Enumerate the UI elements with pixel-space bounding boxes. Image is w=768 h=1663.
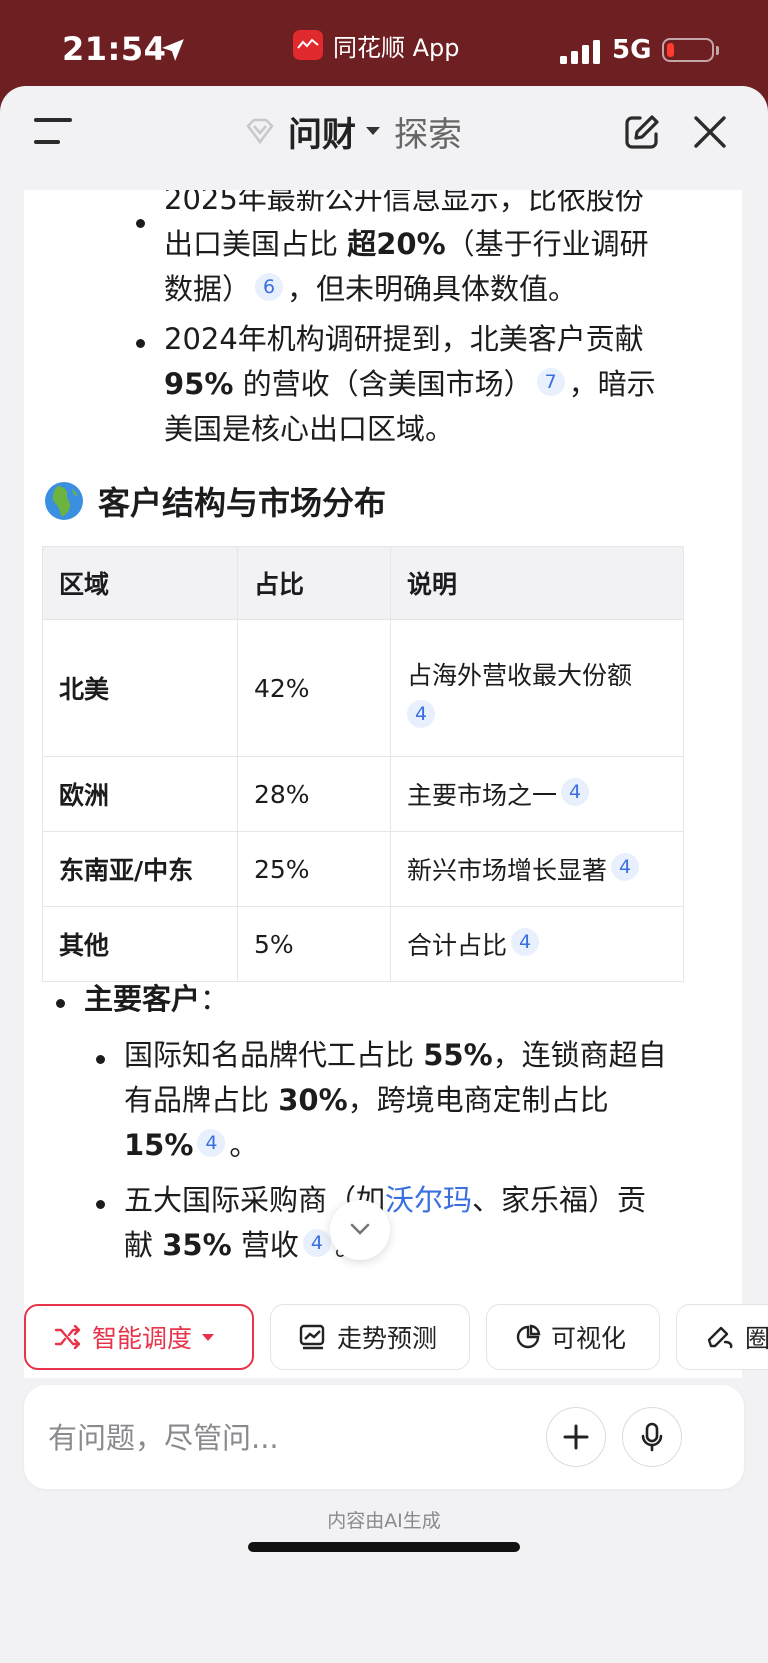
new-chat-edit-icon[interactable] (622, 112, 662, 152)
source-app-name: 同花顺 App (333, 33, 460, 62)
share-cell: 42% (237, 619, 391, 757)
column-header: 说明 (390, 546, 684, 620)
share-cell: 5% (237, 906, 391, 982)
region-cell: 欧洲 (42, 756, 238, 832)
list-item: 2024年机构调研提到，北美客户贡献 (164, 322, 644, 356)
section-title: 客户结构与市场分布 (98, 484, 387, 522)
chip-visualize[interactable]: 可视化 (486, 1304, 660, 1370)
quick-action-chips: 智能调度 走势预测 可视化 圈 (0, 1304, 768, 1374)
citation-badge[interactable]: 4 (197, 1129, 226, 1157)
list-item: 国际知名品牌代工占比 55%，连锁商超自 (124, 1038, 667, 1072)
cellular-signal-icon (560, 40, 600, 64)
chevron-down-icon (202, 1333, 215, 1341)
chip-smart-dispatch[interactable]: 智能调度 (24, 1304, 254, 1370)
share-cell: 28% (237, 756, 391, 832)
citation-badge[interactable]: 4 (561, 778, 590, 806)
close-icon[interactable] (692, 114, 728, 150)
wencai-logo-icon (246, 118, 274, 145)
nav-title: 问财 (288, 114, 356, 155)
table-row: 其他 5% 合计占比 4 (42, 906, 684, 982)
add-attachment-button[interactable] (546, 1407, 606, 1467)
note-cell: 主要市场之一 4 (390, 756, 684, 832)
citation-badge[interactable]: 4 (407, 700, 435, 728)
chevron-down-icon (366, 127, 380, 135)
pie-chart-icon (516, 1324, 541, 1349)
citation-badge[interactable]: 6 (255, 273, 284, 301)
nav-title-group[interactable]: 问财 探索 (246, 107, 462, 156)
ai-generated-note: 内容由AI生成 (327, 1510, 441, 1532)
tab-explore[interactable]: 探索 (394, 107, 462, 156)
home-indicator[interactable] (248, 1542, 520, 1552)
bullet-dot (96, 1200, 105, 1209)
chat-input-bar (24, 1385, 744, 1489)
chip-circle-select[interactable]: 圈 (676, 1304, 768, 1370)
top-nav-bar: 问财 探索 (0, 86, 768, 194)
source-app-chip[interactable]: 同花顺 App (293, 28, 460, 62)
column-header: 区域 (42, 546, 238, 620)
bullet-dot (56, 999, 65, 1008)
scroll-to-bottom-button[interactable] (330, 1200, 390, 1260)
region-cell: 东南亚/中东 (42, 831, 238, 907)
chip-trend-forecast[interactable]: 走势预测 (270, 1304, 470, 1370)
citation-badge[interactable]: 4 (302, 1229, 331, 1257)
bullet-dot (136, 219, 145, 228)
note-cell: 新兴市场增长显著 4 (390, 831, 684, 907)
walmart-link[interactable]: 沃尔玛 (385, 1183, 472, 1217)
bullet-dot (96, 1055, 105, 1064)
location-arrow-icon (162, 39, 184, 61)
note-cell: 占海外营收最大份额 4 (390, 619, 684, 757)
pencil-circle-icon (707, 1326, 733, 1349)
table-row: 欧洲 28% 主要市场之一 4 (42, 756, 684, 832)
chip-label: 走势预测 (337, 1324, 438, 1353)
share-cell: 25% (237, 831, 391, 907)
battery-icon (662, 38, 714, 62)
status-bar: 21:54 同花顺 App 5G (0, 0, 768, 96)
citation-badge[interactable]: 4 (511, 928, 540, 956)
chat-sheet: 问财 探索 2025年最新公开信息显示，比依股份 出口美国占比 超20%（基于行… (0, 86, 768, 1663)
market-distribution-table: 区域 占比 说明 北美 42% 占海外营收最大份额 4 欧洲 28% 主要市场之一… (42, 546, 684, 982)
list-item: 2025年最新公开信息显示，比依股份 (164, 190, 644, 216)
chip-label: 圈 (745, 1324, 768, 1353)
status-time: 21:54 (62, 30, 167, 68)
answer-content: 2025年最新公开信息显示，比依股份 出口美国占比 超20%（基于行业调研 数据… (24, 190, 742, 1378)
menu-icon[interactable] (34, 116, 76, 146)
region-cell: 北美 (42, 619, 238, 757)
plus-icon (563, 1424, 589, 1450)
trend-chart-icon (299, 1324, 325, 1350)
table-header-row: 区域 占比 说明 (42, 546, 684, 620)
voice-input-button[interactable] (622, 1407, 682, 1467)
network-type: 5G (612, 35, 652, 65)
column-header: 占比 (237, 546, 391, 620)
chip-label: 智能调度 (92, 1324, 193, 1353)
table-row: 东南亚/中东 25% 新兴市场增长显著 4 (42, 831, 684, 907)
list-item-main-customers: 主要客户： (84, 982, 230, 1016)
citation-badge[interactable]: 4 (611, 853, 640, 881)
tonghuashun-logo-icon (293, 30, 323, 60)
shuffle-icon (54, 1325, 81, 1349)
chat-input[interactable] (46, 1413, 530, 1463)
chip-label: 可视化 (551, 1324, 627, 1353)
microphone-icon (641, 1422, 663, 1452)
chevron-down-icon (350, 1223, 370, 1235)
citation-badge[interactable]: 7 (536, 368, 565, 396)
region-cell: 其他 (42, 906, 238, 982)
section-heading: 客户结构与市场分布 (44, 478, 386, 524)
globe-africa-icon (45, 482, 83, 520)
bullet-dot (136, 339, 145, 348)
table-row: 北美 42% 占海外营收最大份额 4 (42, 619, 684, 757)
note-cell: 合计占比 4 (390, 906, 684, 982)
